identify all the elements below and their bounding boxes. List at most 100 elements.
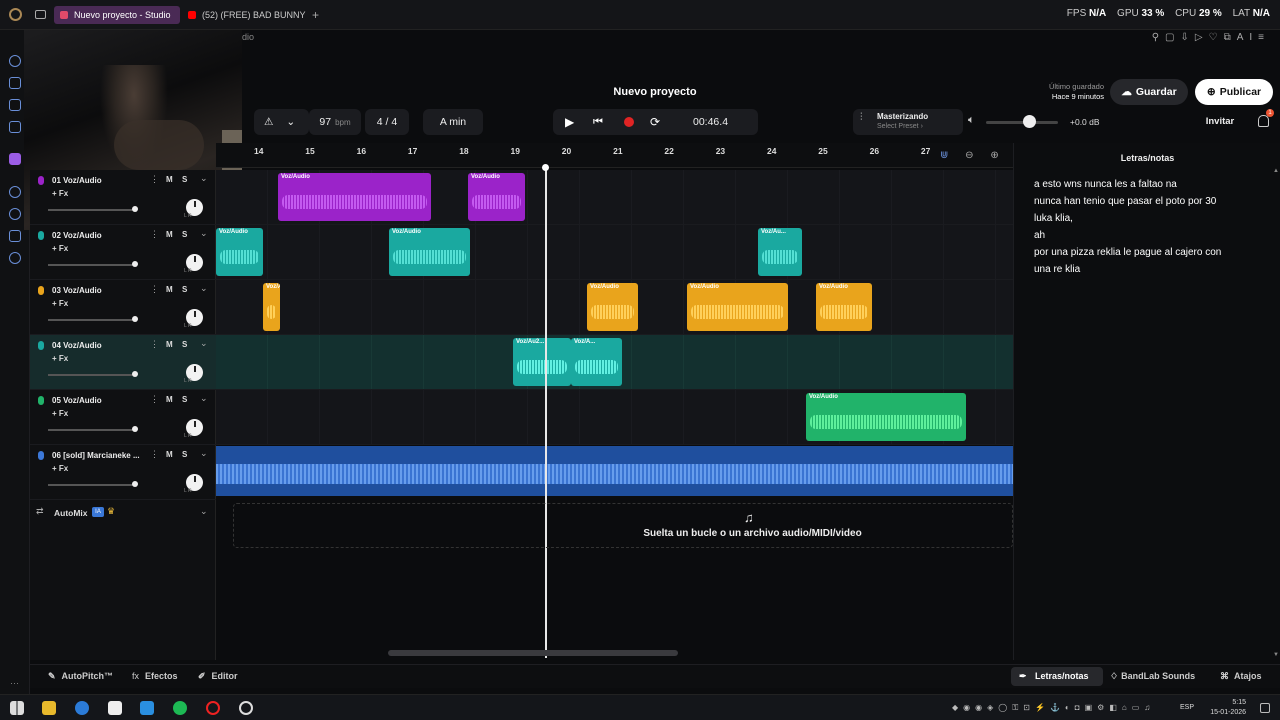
clock-icon[interactable]: [9, 208, 21, 220]
audio-clip[interactable]: Voz/Au2...: [513, 338, 571, 386]
language-indicator[interactable]: ESP: [1180, 704, 1194, 711]
obs-icon[interactable]: [239, 701, 253, 715]
tab-youtube[interactable]: (52) (FREE) BAD BUNNY ×: [182, 6, 308, 24]
opera-icon[interactable]: [206, 701, 220, 715]
mute-button[interactable]: M: [166, 450, 173, 459]
bandlab-sounds-button[interactable]: ♢ BandLab Sounds: [1110, 671, 1195, 682]
twitch-icon[interactable]: [9, 153, 21, 165]
audio-clip[interactable]: Voz/Au...: [758, 228, 802, 276]
spotify-icon[interactable]: [173, 701, 187, 715]
note-line[interactable]: una re klia: [1034, 264, 1080, 275]
extensions-icon[interactable]: ⧉: [1224, 32, 1237, 43]
audio-clip[interactable]: Voz/Audio: [263, 283, 280, 331]
invite-button[interactable]: Invitar: [1198, 109, 1242, 135]
track-name[interactable]: 04 Voz/Audio: [52, 341, 152, 350]
automix-row[interactable]: ⇄ AutoMix IA ♛ ⌄: [30, 504, 216, 522]
track-name[interactable]: 06 [sold] Marcianeke ...: [52, 451, 152, 460]
play-icon[interactable]: ▷: [1195, 32, 1209, 43]
track-header[interactable]: 06 [sold] Marcianeke ... + Fx ⋮ M S ⌄ L …: [30, 445, 216, 500]
timeline[interactable]: Voz/Audio Voz/Audio Voz/Audio Voz/Audio …: [216, 170, 1013, 498]
track-name[interactable]: 03 Voz/Audio: [52, 286, 152, 295]
skip-back-button[interactable]: ⏮: [593, 109, 603, 135]
add-fx-button[interactable]: + Fx: [52, 354, 68, 363]
loop-button[interactable]: ⟳: [650, 109, 660, 135]
magnet-icon[interactable]: ⋓: [940, 150, 948, 161]
player-icon[interactable]: [9, 186, 21, 198]
audio-clip[interactable]: Voz/Audio: [278, 173, 431, 221]
bell-icon[interactable]: [1258, 115, 1269, 127]
record-button[interactable]: [624, 117, 634, 127]
mail-icon[interactable]: [9, 121, 21, 133]
audio-clip[interactable]: Voz/Audio: [389, 228, 470, 276]
history-icon[interactable]: [9, 77, 21, 89]
chevron-down-icon[interactable]: ⌄: [200, 228, 208, 239]
messenger-icon[interactable]: [9, 55, 21, 67]
mute-button[interactable]: M: [166, 395, 173, 404]
metronome-button[interactable]: ⚠ ⌄: [254, 109, 309, 135]
effects-button[interactable]: fx Efectos: [132, 671, 178, 681]
more-options-icon[interactable]: ⋮: [150, 339, 159, 350]
zoom-in-icon[interactable]: ⊕: [990, 150, 998, 161]
track-volume-knob[interactable]: [132, 261, 138, 267]
audio-clip[interactable]: Voz/Audio: [816, 283, 872, 331]
more-options-icon[interactable]: ⋮: [150, 394, 159, 405]
track-name[interactable]: 02 Voz/Audio: [52, 231, 152, 240]
solo-button[interactable]: S: [182, 395, 187, 404]
track-name[interactable]: 05 Voz/Audio: [52, 396, 152, 405]
screenshot-icon[interactable]: ▢: [1165, 32, 1180, 43]
track-name[interactable]: 01 Voz/Audio: [52, 176, 152, 185]
more-options-icon[interactable]: ⋮: [150, 174, 159, 185]
notes-scrollbar[interactable]: ▲ ▼: [1273, 168, 1279, 658]
new-tab-button[interactable]: +: [312, 8, 319, 22]
chevron-down-icon[interactable]: ⌄: [200, 393, 208, 404]
track-header[interactable]: 04 Voz/Audio + Fx ⋮ M S ⌄ L R: [30, 335, 216, 390]
audio-clip[interactable]: Voz/A...: [571, 338, 622, 386]
chevron-down-icon[interactable]: ⌄: [200, 448, 208, 459]
track-header[interactable]: 05 Voz/Audio + Fx ⋮ M S ⌄ L R: [30, 390, 216, 445]
audio-clip[interactable]: Voz/Audio: [468, 173, 525, 221]
instagram-icon[interactable]: [9, 99, 21, 111]
download-icon[interactable]: ⇩: [1181, 32, 1195, 43]
notifications-icon[interactable]: [1260, 703, 1270, 713]
autopitch-button[interactable]: ✎ AutoPitch™: [48, 671, 113, 682]
extensions-icon[interactable]: [9, 230, 21, 242]
ai-icon[interactable]: AI: [1237, 32, 1258, 43]
solo-button[interactable]: S: [182, 340, 187, 349]
store-icon[interactable]: [108, 701, 122, 715]
audio-clip[interactable]: Voz/Audio: [216, 228, 263, 276]
solo-button[interactable]: S: [182, 450, 187, 459]
add-fx-button[interactable]: + Fx: [52, 189, 68, 198]
track-header[interactable]: 01 Voz/Audio + Fx ⋮ M S ⌄ L R: [30, 170, 216, 225]
tab-studio[interactable]: Nuevo proyecto - Studio: [54, 6, 180, 24]
track-header[interactable]: 03 Voz/Audio + Fx ⋮ M S ⌄ L R: [30, 280, 216, 335]
play-button[interactable]: ▶: [565, 109, 574, 135]
solo-button[interactable]: S: [182, 285, 187, 294]
browser-app-icon[interactable]: [75, 701, 89, 715]
folder-icon[interactable]: [42, 701, 56, 715]
track-volume-knob[interactable]: [132, 481, 138, 487]
note-line[interactable]: luka klia,: [1034, 213, 1073, 224]
system-clock[interactable]: 5:15 15-01-2026: [1210, 698, 1246, 718]
add-fx-button[interactable]: + Fx: [52, 299, 68, 308]
mute-button[interactable]: M: [166, 285, 173, 294]
mute-button[interactable]: M: [166, 230, 173, 239]
drop-zone[interactable]: [233, 503, 1013, 548]
audio-clip[interactable]: Voz/Audio: [587, 283, 638, 331]
speaker-icon[interactable]: 🔈︎: [968, 114, 975, 127]
track-volume-knob[interactable]: [132, 316, 138, 322]
track-volume-knob[interactable]: [132, 371, 138, 377]
vscode-icon[interactable]: [140, 701, 154, 715]
time-signature-field[interactable]: 4 / 4: [365, 109, 409, 135]
bpm-field[interactable]: 97 bpm: [309, 109, 361, 135]
master-volume-knob[interactable]: [1023, 115, 1037, 128]
note-line[interactable]: nunca han tenio que pasar el poto por 30: [1034, 196, 1216, 207]
chevron-down-icon[interactable]: ⌄: [200, 283, 208, 294]
horizontal-scrollbar[interactable]: [388, 650, 678, 656]
tab-lyrics-notes[interactable]: ✒ Letras/notas: [1011, 667, 1103, 686]
track-volume-slider[interactable]: [48, 484, 136, 486]
shortcuts-button[interactable]: ⌘ Atajos: [1220, 671, 1262, 682]
mute-button[interactable]: M: [166, 175, 173, 184]
audio-clip[interactable]: Voz/Audio: [806, 393, 966, 441]
note-line[interactable]: ah: [1034, 230, 1045, 241]
track-header[interactable]: 02 Voz/Audio + Fx ⋮ M S ⌄ L R: [30, 225, 216, 280]
